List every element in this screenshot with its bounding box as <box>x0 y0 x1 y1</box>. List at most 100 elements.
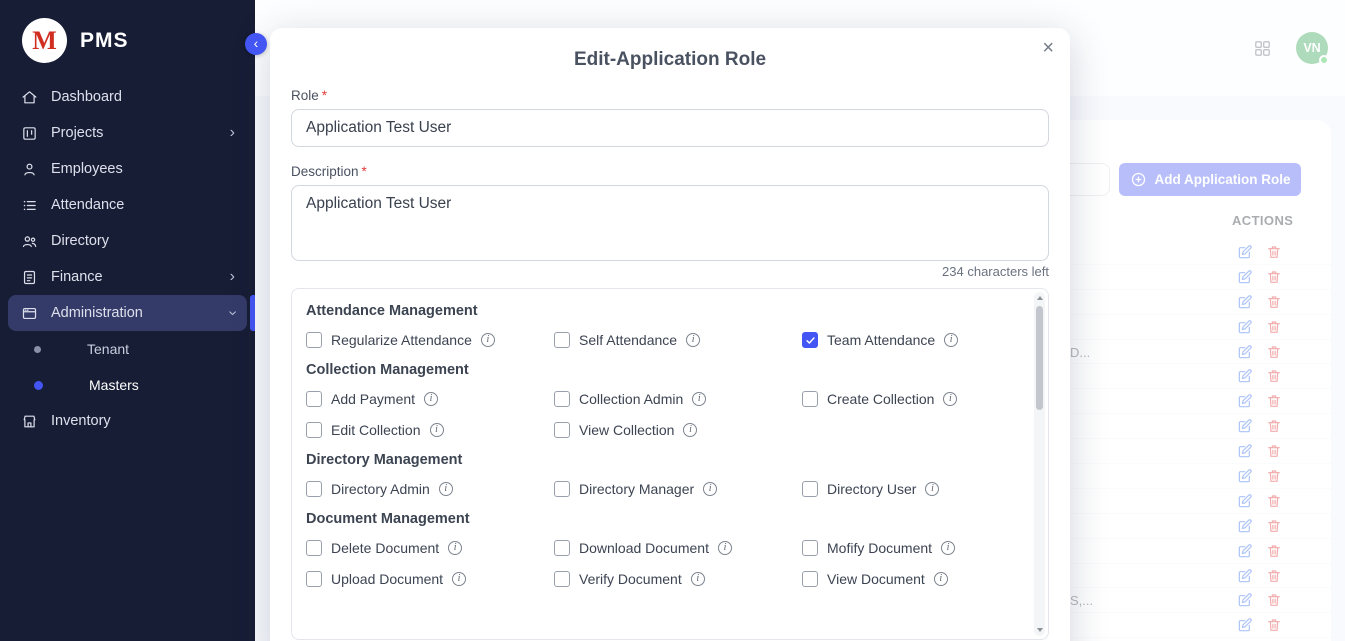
chevron-left-icon: ‹ <box>254 36 259 50</box>
sidebar-collapse-button[interactable]: ‹ <box>245 33 267 55</box>
info-icon[interactable] <box>692 392 706 406</box>
permission-label: Edit Collection <box>331 422 421 438</box>
checkbox-checked-icon[interactable] <box>802 332 818 348</box>
info-icon[interactable] <box>703 482 717 496</box>
permission-view-collection[interactable]: View Collection <box>554 422 802 438</box>
info-icon[interactable] <box>934 572 948 586</box>
sidebar-subitem-tenant[interactable]: Tenant <box>0 331 255 367</box>
permission-label: Upload Document <box>331 571 443 587</box>
permission-directory-manager[interactable]: Directory Manager <box>554 481 802 497</box>
sidebar-subitem-masters[interactable]: Masters <box>0 367 255 403</box>
sidebar-item-dashboard[interactable]: Dashboard <box>0 79 255 115</box>
checkbox-icon[interactable] <box>554 571 570 587</box>
permission-label: View Document <box>827 571 925 587</box>
checkbox-icon[interactable] <box>802 571 818 587</box>
sidebar-item-attendance[interactable]: Attendance <box>0 187 255 223</box>
scroll-down-arrow-icon[interactable] <box>1037 628 1043 632</box>
chevron-down-icon: › <box>224 310 240 315</box>
description-label: Description* <box>291 164 1049 179</box>
checkbox-icon[interactable] <box>306 571 322 587</box>
permission-label: Team Attendance <box>827 332 935 348</box>
required-asterisk: * <box>362 164 367 179</box>
checkbox-icon[interactable] <box>306 391 322 407</box>
sidebar-item-label: Administration <box>51 305 217 321</box>
info-icon[interactable] <box>439 482 453 496</box>
checkbox-icon[interactable] <box>802 540 818 556</box>
sidebar-item-directory[interactable]: Directory <box>0 223 255 259</box>
info-icon[interactable] <box>944 333 958 347</box>
permission-edit-collection[interactable]: Edit Collection <box>306 422 554 438</box>
permission-delete-document[interactable]: Delete Document <box>306 540 554 556</box>
permission-team-attendance[interactable]: Team Attendance <box>802 332 1018 348</box>
attendance-icon <box>20 196 38 214</box>
logo-letter: M <box>32 26 57 56</box>
sidebar-item-administration[interactable]: Administration › <box>8 295 247 331</box>
permission-verify-document[interactable]: Verify Document <box>554 571 802 587</box>
logo-icon: M <box>22 18 67 63</box>
permission-self-attendance[interactable]: Self Attendance <box>554 332 802 348</box>
scroll-up-arrow-icon[interactable] <box>1037 296 1043 300</box>
permissions-box: Attendance ManagementRegularize Attendan… <box>291 288 1049 640</box>
permission-directory-admin[interactable]: Directory Admin <box>306 481 554 497</box>
permission-upload-document[interactable]: Upload Document <box>306 571 554 587</box>
scrollbar-thumb[interactable] <box>1036 306 1043 410</box>
info-icon[interactable] <box>691 572 705 586</box>
sidebar: M PMS DashboardProjects›EmployeesAttenda… <box>0 0 255 641</box>
permission-view-document[interactable]: View Document <box>802 571 1018 587</box>
sidebar-item-projects[interactable]: Projects› <box>0 115 255 151</box>
employees-icon <box>20 160 38 178</box>
info-icon[interactable] <box>943 392 957 406</box>
checkbox-icon[interactable] <box>554 391 570 407</box>
checkbox-icon[interactable] <box>802 391 818 407</box>
info-icon[interactable] <box>941 541 955 555</box>
permission-download-document[interactable]: Download Document <box>554 540 802 556</box>
sidebar-item-label: Projects <box>51 125 217 141</box>
info-icon[interactable] <box>718 541 732 555</box>
checkbox-icon[interactable] <box>554 422 570 438</box>
info-icon[interactable] <box>686 333 700 347</box>
info-icon[interactable] <box>925 482 939 496</box>
info-icon[interactable] <box>430 423 444 437</box>
sidebar-item-employees[interactable]: Employees <box>0 151 255 187</box>
checkbox-icon[interactable] <box>554 540 570 556</box>
sidebar-item-label: Attendance <box>51 197 235 213</box>
sidebar-item-finance[interactable]: Finance› <box>0 259 255 295</box>
app-name: PMS <box>80 29 129 53</box>
permission-group-title: Collection Management <box>306 362 1018 378</box>
permission-label: Add Payment <box>331 391 415 407</box>
permission-label: View Collection <box>579 422 674 438</box>
permission-create-collection[interactable]: Create Collection <box>802 391 1018 407</box>
checkbox-icon[interactable] <box>306 481 322 497</box>
sidebar-item-label: Employees <box>51 161 235 177</box>
checkbox-icon[interactable] <box>554 332 570 348</box>
checkbox-icon[interactable] <box>554 481 570 497</box>
info-icon[interactable] <box>424 392 438 406</box>
checkbox-icon[interactable] <box>802 481 818 497</box>
permission-group-title: Document Management <box>306 511 1018 527</box>
permission-label: Delete Document <box>331 540 439 556</box>
info-icon[interactable] <box>448 541 462 555</box>
permission-label: Self Attendance <box>579 332 677 348</box>
info-icon[interactable] <box>683 423 697 437</box>
sidebar-item-label: Finance <box>51 269 217 285</box>
permission-mofify-document[interactable]: Mofify Document <box>802 540 1018 556</box>
sidebar-item-label: Directory <box>51 233 235 249</box>
permission-label: Download Document <box>579 540 709 556</box>
permission-add-payment[interactable]: Add Payment <box>306 391 554 407</box>
inventory-icon <box>20 412 38 430</box>
close-icon[interactable]: × <box>1042 38 1054 58</box>
description-textarea[interactable]: Application Test User <box>291 185 1049 261</box>
edit-application-role-modal: × Edit-Application Role Role* Descriptio… <box>270 28 1070 641</box>
vertical-scrollbar[interactable] <box>1034 292 1045 636</box>
permission-directory-user[interactable]: Directory User <box>802 481 1018 497</box>
info-icon[interactable] <box>481 333 495 347</box>
checkbox-icon[interactable] <box>306 540 322 556</box>
sidebar-subitem-label: Masters <box>89 377 139 393</box>
checkbox-icon[interactable] <box>306 332 322 348</box>
permission-collection-admin[interactable]: Collection Admin <box>554 391 802 407</box>
permission-regularize-attendance[interactable]: Regularize Attendance <box>306 332 554 348</box>
info-icon[interactable] <box>452 572 466 586</box>
checkbox-icon[interactable] <box>306 422 322 438</box>
sidebar-item-inventory[interactable]: Inventory <box>0 403 255 439</box>
role-input[interactable] <box>291 109 1049 147</box>
